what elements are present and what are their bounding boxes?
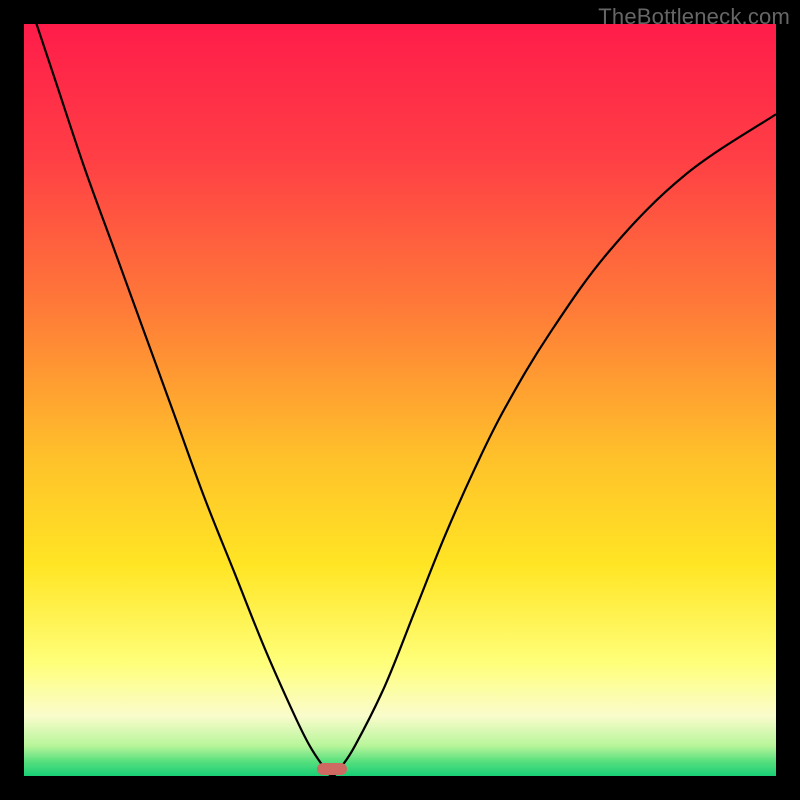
watermark-text: TheBottleneck.com xyxy=(598,4,790,30)
curve-layer xyxy=(24,24,776,776)
plot-area xyxy=(24,24,776,776)
bottleneck-curve xyxy=(24,24,776,776)
chart-frame: TheBottleneck.com xyxy=(0,0,800,800)
optimal-marker xyxy=(317,763,347,775)
